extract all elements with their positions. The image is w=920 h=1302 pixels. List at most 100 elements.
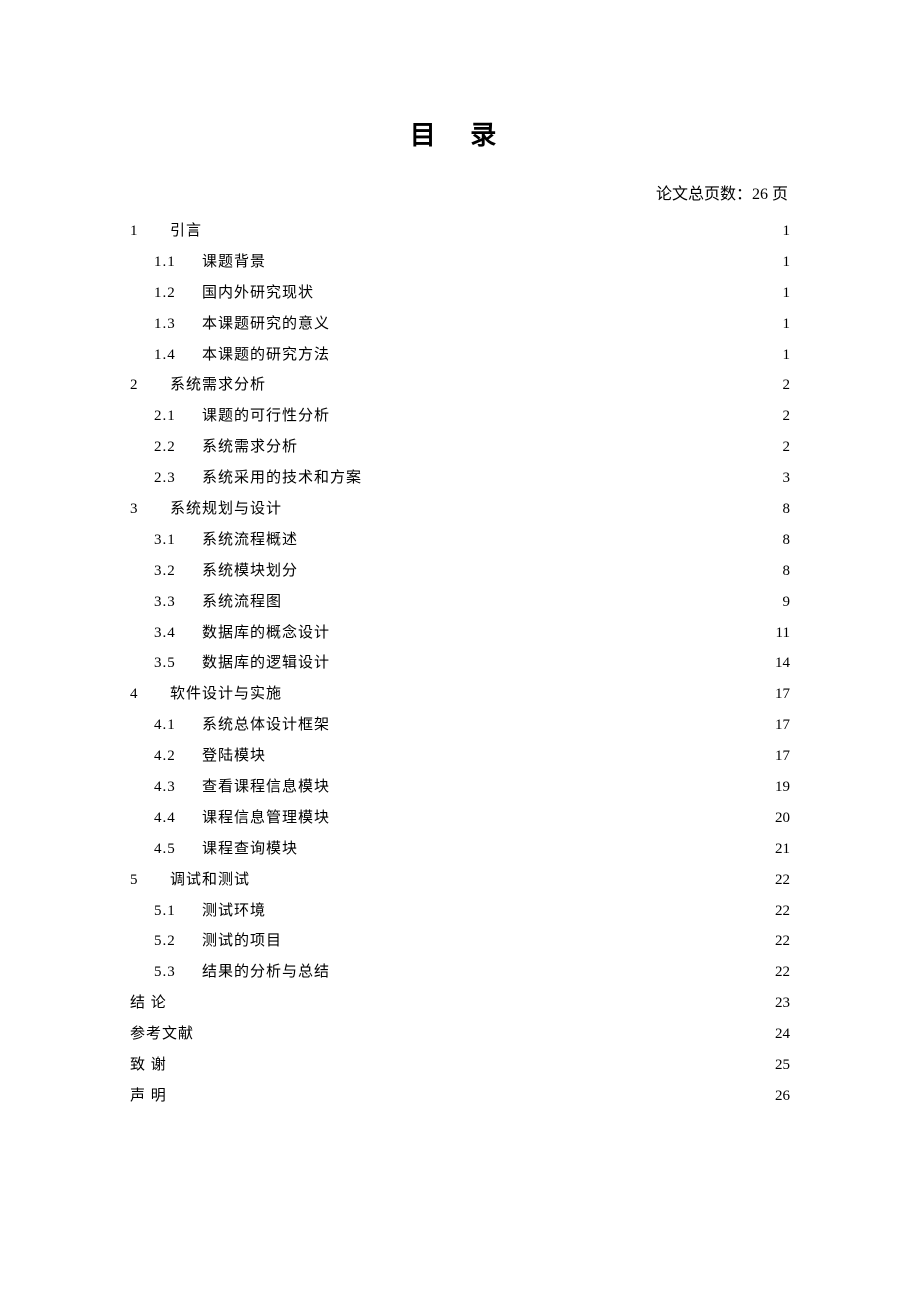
toc-entry-text: 结 论 — [130, 988, 167, 1019]
toc-row: 4.5课程查询模块21 — [130, 834, 790, 865]
toc-row: 4.2登陆模块 17 — [130, 741, 790, 772]
toc-row: 2.2系统需求分析2 — [130, 432, 790, 463]
toc-row: 3.1系统流程概述8 — [130, 525, 790, 556]
toc-entry-number: 1.1 — [154, 247, 202, 278]
toc-leader-dots — [332, 961, 768, 976]
toc-leader-dots — [284, 591, 768, 606]
toc-leader-dots — [332, 622, 768, 637]
toc-entry-page: 17 — [770, 741, 790, 772]
toc-leader-dots — [300, 436, 768, 451]
toc-leader-dots — [169, 992, 768, 1007]
toc-entry-number: 3.2 — [154, 556, 202, 587]
toc-row: 声 明26 — [130, 1081, 790, 1112]
toc-row: 5.3结果的分析与总结 22 — [130, 957, 790, 988]
toc-entry-page: 8 — [770, 556, 790, 587]
toc-row: 2.3系统采用的技术和方案3 — [130, 463, 790, 494]
toc-entry-text: 登陆模块 — [202, 741, 266, 772]
toc-row: 参考文献24 — [130, 1019, 790, 1050]
toc-entry-text: 系统采用的技术和方案 — [202, 463, 362, 494]
toc-entry-number: 5 — [130, 865, 170, 896]
toc-entry-page: 20 — [770, 803, 790, 834]
toc-entry-text: 系统需求分析 — [202, 432, 298, 463]
toc-entry-page: 22 — [770, 957, 790, 988]
toc-entry-page: 1 — [770, 340, 790, 371]
toc-row: 4.1系统总体设计框架 17 — [130, 710, 790, 741]
toc-leader-dots — [332, 807, 768, 822]
toc-leader-dots — [316, 282, 768, 297]
toc-leader-dots — [268, 900, 768, 915]
toc-entry-text: 本课题的研究方法 — [202, 340, 330, 371]
page-count-label: 论文总页数：26 页 — [130, 180, 790, 204]
toc-entry-text: 结果的分析与总结 — [202, 957, 330, 988]
toc-row: 2系统需求分析2 — [130, 370, 790, 401]
toc-entry-text: 课程查询模块 — [202, 834, 298, 865]
toc-entry-text: 系统规划与设计 — [170, 494, 282, 525]
toc-entry-text: 系统总体设计框架 — [202, 710, 330, 741]
toc-entry-text: 测试的项目 — [202, 926, 282, 957]
toc-entry-page: 3 — [770, 463, 790, 494]
toc-entry-page: 8 — [770, 494, 790, 525]
toc-entry-number: 4.2 — [154, 741, 202, 772]
toc-entry-number: 5.3 — [154, 957, 202, 988]
toc-leader-dots — [332, 313, 768, 328]
toc-leader-dots — [268, 374, 768, 389]
toc-row: 5.1测试环境22 — [130, 896, 790, 927]
toc-leader-dots — [196, 1023, 768, 1038]
toc-entry-page: 22 — [770, 926, 790, 957]
toc-row: 致 谢 25 — [130, 1050, 790, 1081]
toc-leader-dots — [268, 251, 768, 266]
toc-row: 1.3本课题研究的意义1 — [130, 309, 790, 340]
toc-entry-page: 23 — [770, 988, 790, 1019]
toc-leader-dots — [284, 930, 768, 945]
toc-entry-page: 17 — [770, 679, 790, 710]
toc-entry-text: 系统流程概述 — [202, 525, 298, 556]
toc-entry-number: 3 — [130, 494, 170, 525]
table-of-contents: 1引言11.1课题背景11.2国内外研究现状11.3本课题研究的意义11.4本课… — [130, 216, 790, 1112]
toc-entry-page: 1 — [770, 216, 790, 247]
toc-leader-dots — [284, 498, 768, 513]
toc-leader-dots — [252, 869, 768, 884]
toc-entry-text: 引言 — [170, 216, 202, 247]
toc-entry-text: 数据库的概念设计 — [202, 618, 330, 649]
toc-entry-number: 5.2 — [154, 926, 202, 957]
toc-entry-page: 1 — [770, 309, 790, 340]
toc-entry-text: 国内外研究现状 — [202, 278, 314, 309]
toc-entry-page: 21 — [770, 834, 790, 865]
toc-entry-number: 4.1 — [154, 710, 202, 741]
toc-row: 2.1课题的可行性分析 2 — [130, 401, 790, 432]
toc-entry-page: 2 — [770, 401, 790, 432]
toc-leader-dots — [364, 467, 768, 482]
toc-entry-number: 1.3 — [154, 309, 202, 340]
toc-entry-page: 1 — [770, 278, 790, 309]
toc-entry-page: 17 — [770, 710, 790, 741]
toc-leader-dots — [169, 1054, 768, 1069]
toc-entry-page: 1 — [770, 247, 790, 278]
toc-entry-number: 3.4 — [154, 618, 202, 649]
toc-entry-text: 课题的可行性分析 — [202, 401, 330, 432]
toc-entry-page: 25 — [770, 1050, 790, 1081]
toc-row: 结 论 23 — [130, 988, 790, 1019]
toc-leader-dots — [300, 529, 768, 544]
toc-entry-page: 26 — [770, 1081, 790, 1112]
toc-entry-text: 致 谢 — [130, 1050, 167, 1081]
toc-row: 3.4数据库的概念设计11 — [130, 618, 790, 649]
toc-leader-dots — [332, 776, 768, 791]
toc-entry-page: 24 — [770, 1019, 790, 1050]
toc-entry-text: 调试和测试 — [170, 865, 250, 896]
toc-row: 1.2国内外研究现状1 — [130, 278, 790, 309]
toc-entry-page: 14 — [770, 648, 790, 679]
toc-entry-text: 数据库的逻辑设计 — [202, 648, 330, 679]
toc-entry-number: 2 — [130, 370, 170, 401]
toc-entry-number: 2.1 — [154, 401, 202, 432]
toc-entry-text: 查看课程信息模块 — [202, 772, 330, 803]
toc-leader-dots — [169, 1085, 768, 1100]
toc-row: 5调试和测试22 — [130, 865, 790, 896]
toc-entry-number: 2.2 — [154, 432, 202, 463]
toc-row: 4软件设计与实施17 — [130, 679, 790, 710]
toc-row: 3.2系统模块划分8 — [130, 556, 790, 587]
toc-row: 5.2测试的项目 22 — [130, 926, 790, 957]
toc-entry-page: 22 — [770, 896, 790, 927]
toc-leader-dots — [300, 560, 768, 575]
toc-row: 1.1课题背景1 — [130, 247, 790, 278]
toc-entry-number: 4 — [130, 679, 170, 710]
